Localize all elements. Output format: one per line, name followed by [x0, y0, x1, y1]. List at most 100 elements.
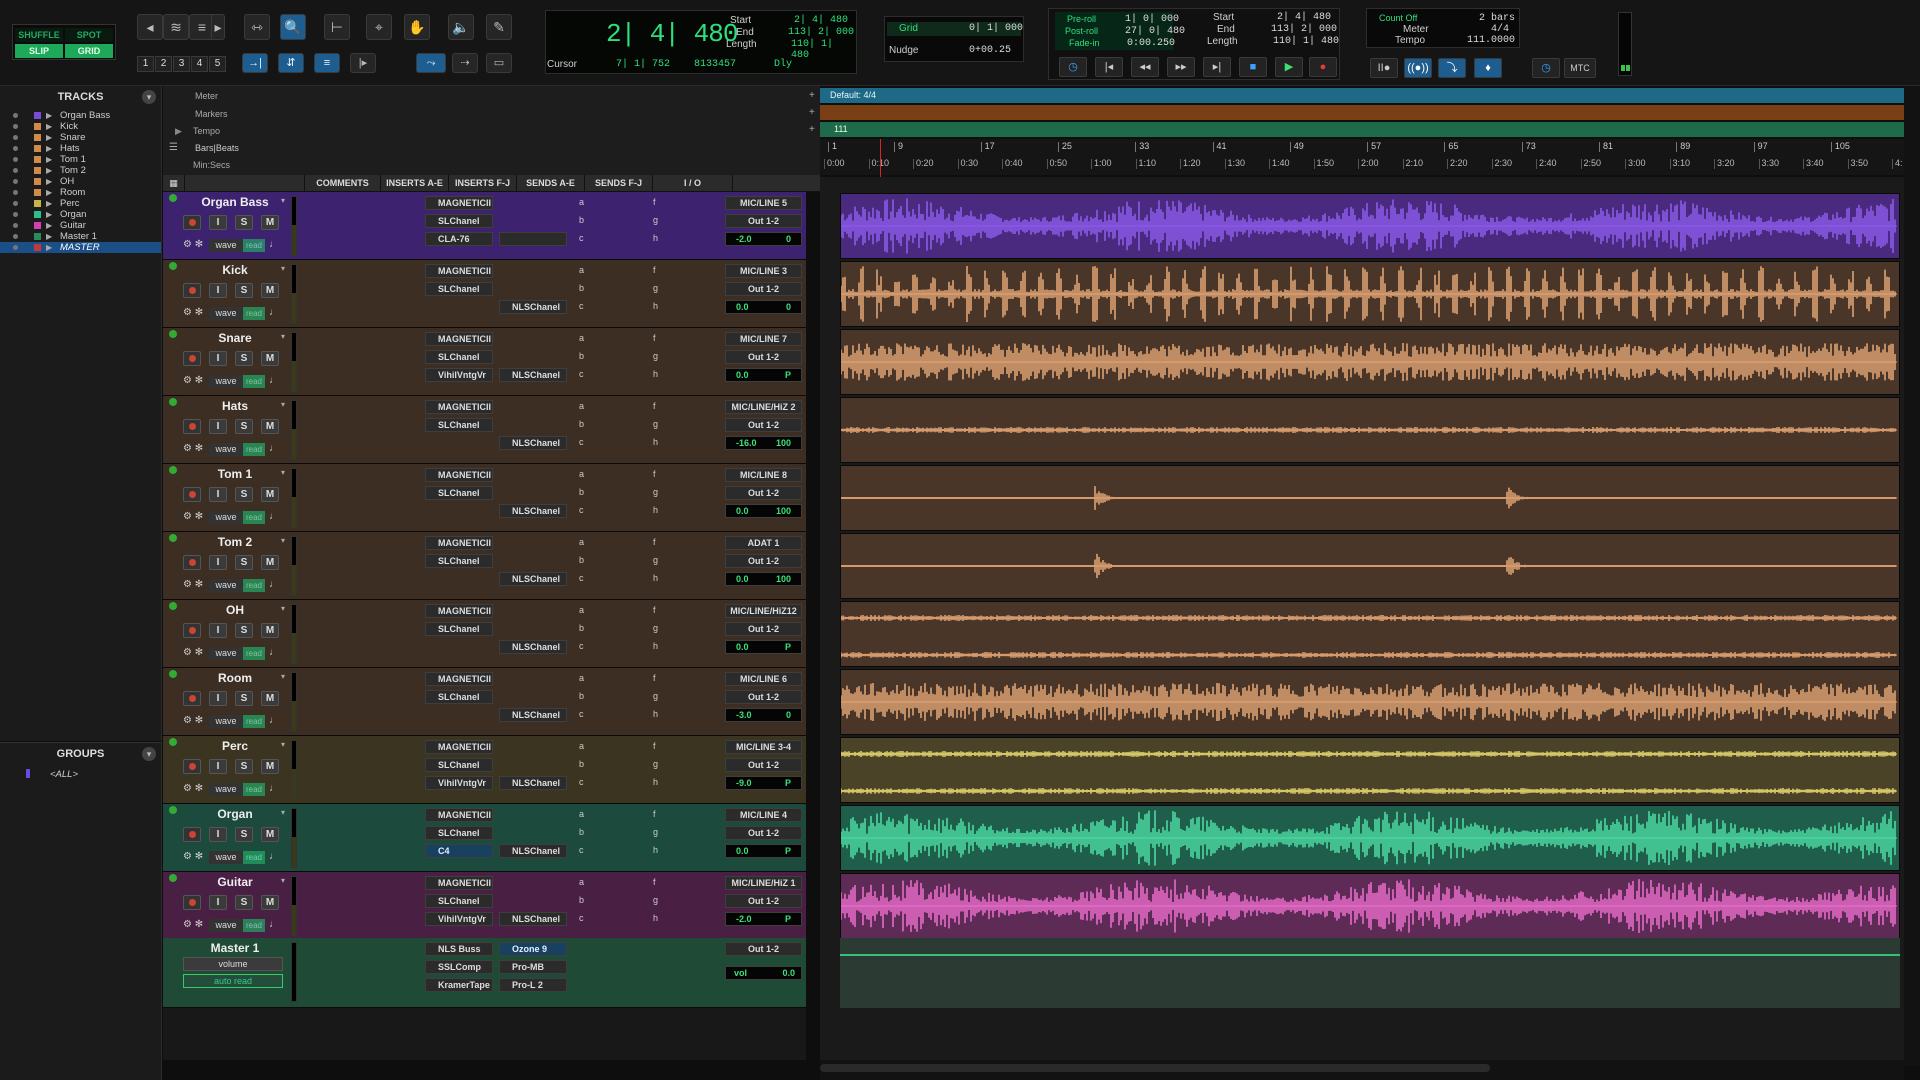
- send-b[interactable]: b: [579, 555, 584, 565]
- fadein-value[interactable]: 0:00.250: [1127, 38, 1175, 49]
- send-g[interactable]: g: [653, 419, 658, 429]
- tr-length-value[interactable]: 110| 1| 480: [1273, 36, 1339, 47]
- track-options-icon[interactable]: ⚙ ✻: [183, 919, 203, 930]
- automation-mode-select[interactable]: read: [243, 307, 265, 320]
- track-options-icon[interactable]: ⚙ ✻: [183, 647, 203, 658]
- scrubber-tool-icon[interactable]: 🔈: [448, 14, 474, 40]
- track-name[interactable]: OH: [193, 603, 277, 617]
- track-menu-icon[interactable]: ▾: [281, 400, 285, 409]
- insert-h[interactable]: NLSChanel: [499, 776, 567, 790]
- record-enable-button[interactable]: [183, 895, 201, 910]
- track-menu-icon[interactable]: ▾: [281, 740, 285, 749]
- send-c[interactable]: c: [579, 913, 584, 923]
- shuffle-mode-button[interactable]: SHUFFLE: [15, 28, 63, 42]
- track-header[interactable]: Kick ▾ I S M ⚙ ✻ wave read ♩ MAGNETICII SLChanel NL…: [163, 260, 806, 328]
- track-view-select[interactable]: wave: [209, 851, 243, 864]
- tempo-ruler[interactable]: 111: [820, 122, 1904, 137]
- record-enable-button[interactable]: [183, 827, 201, 842]
- volume-value[interactable]: -2.0: [736, 914, 752, 924]
- input-select[interactable]: MIC/LINE 5: [725, 196, 802, 210]
- track-view-select[interactable]: wave: [209, 783, 243, 796]
- track-select-icon[interactable]: [169, 330, 177, 338]
- send-g[interactable]: g: [653, 691, 658, 701]
- master-automation-select[interactable]: auto read: [183, 974, 283, 988]
- master-track[interactable]: Master 1 volume auto read NLS Buss SSLCo…: [163, 938, 806, 1008]
- output-select[interactable]: Out 1-2: [725, 690, 802, 704]
- track-view-select[interactable]: wave: [209, 511, 243, 524]
- insert-h[interactable]: NLSChanel: [499, 368, 567, 382]
- track-lane[interactable]: [840, 533, 1900, 599]
- tracklist-item[interactable]: ▶ Guitar: [0, 220, 161, 231]
- send-f[interactable]: f: [653, 877, 656, 887]
- input-monitor-button[interactable]: I: [209, 827, 227, 842]
- insert-b[interactable]: SLChanel: [425, 214, 493, 228]
- insert-a[interactable]: MAGNETICII: [425, 264, 493, 278]
- pan-value[interactable]: 100: [776, 437, 791, 449]
- slip-mode-button[interactable]: SLIP: [15, 44, 63, 58]
- insert-c[interactable]: CLA-76: [425, 232, 493, 246]
- insert-a[interactable]: MAGNETICII: [425, 808, 493, 822]
- meter-value[interactable]: 4/4: [1491, 24, 1509, 35]
- volume-value[interactable]: -9.0: [736, 778, 752, 788]
- wait-for-note-icon[interactable]: ((●)): [1404, 58, 1432, 78]
- zoomer-tool-icon[interactable]: ⇿: [244, 14, 270, 40]
- timebase-icon[interactable]: ♩: [269, 511, 279, 522]
- output-select[interactable]: Out 1-2: [725, 418, 802, 432]
- insert-a[interactable]: MAGNETICII: [425, 400, 493, 414]
- automation-mode-select[interactable]: read: [243, 375, 265, 388]
- track-options-icon[interactable]: ⚙ ✻: [183, 511, 203, 522]
- tracklist-item[interactable]: ▶ Organ: [0, 209, 161, 220]
- send-f[interactable]: f: [653, 265, 656, 275]
- mute-button[interactable]: M: [261, 215, 279, 230]
- send-a[interactable]: a: [579, 469, 584, 479]
- send-b[interactable]: b: [579, 283, 584, 293]
- trim-tool-icon[interactable]: ⊢: [324, 14, 350, 40]
- track-select-icon[interactable]: [169, 806, 177, 814]
- track-menu-icon[interactable]: ▾: [281, 536, 285, 545]
- track-select-icon[interactable]: [169, 874, 177, 882]
- mute-button[interactable]: M: [261, 759, 279, 774]
- nudge-label[interactable]: Nudge: [889, 45, 918, 56]
- solo-button[interactable]: S: [235, 691, 253, 706]
- volume-pan[interactable]: -2.0 P: [725, 912, 802, 926]
- insert-h[interactable]: NLSChanel: [499, 844, 567, 858]
- pan-value[interactable]: P: [785, 913, 791, 925]
- track-lane[interactable]: [840, 737, 1900, 803]
- track-header[interactable]: OH ▾ I S M ⚙ ✻ wave read ♩ MAGNETICII SLChanel NLSC…: [163, 600, 806, 668]
- input-monitor-button[interactable]: I: [209, 691, 227, 706]
- insert-a[interactable]: MAGNETICII: [425, 604, 493, 618]
- volume-pan[interactable]: 0.0 0: [725, 300, 802, 314]
- tracklist-item[interactable]: ▶ Organ Bass: [0, 110, 161, 121]
- grid-value[interactable]: 0| 1| 000: [969, 23, 1023, 34]
- solo-button[interactable]: S: [235, 623, 253, 638]
- send-f[interactable]: f: [653, 605, 656, 615]
- volume-pan[interactable]: -2.0 0: [725, 232, 802, 246]
- insert-b[interactable]: SLChanel: [425, 486, 493, 500]
- insert-b[interactable]: SLChanel: [425, 282, 493, 296]
- insert-f[interactable]: [499, 672, 567, 686]
- markers-ruler[interactable]: [820, 105, 1904, 120]
- volume-pan[interactable]: -3.0 0: [725, 708, 802, 722]
- send-f[interactable]: f: [653, 469, 656, 479]
- master-insert-c[interactable]: KramerTape: [425, 978, 493, 992]
- insert-f[interactable]: [499, 740, 567, 754]
- input-select[interactable]: MIC/LINE 3: [725, 264, 802, 278]
- track-view-select[interactable]: wave: [209, 579, 243, 592]
- volume-value[interactable]: 0.0: [736, 846, 749, 856]
- input-select[interactable]: MIC/LINE 4: [725, 808, 802, 822]
- tracklist-item[interactable]: ▶ Room: [0, 187, 161, 198]
- loop-record-icon[interactable]: ⤵: [1438, 58, 1466, 78]
- track-name[interactable]: Guitar: [193, 875, 277, 889]
- track-name[interactable]: Room: [193, 671, 277, 685]
- track-name[interactable]: Perc: [193, 739, 277, 753]
- output-select[interactable]: Out 1-2: [725, 486, 802, 500]
- volume-pan[interactable]: 0.0 100: [725, 572, 802, 586]
- timebase-icon[interactable]: ♩: [269, 579, 279, 590]
- send-g[interactable]: g: [653, 555, 658, 565]
- send-b[interactable]: b: [579, 419, 584, 429]
- automation-mode-select[interactable]: read: [243, 239, 265, 252]
- show-hide-icon[interactable]: [13, 168, 18, 173]
- zoom-preset-4[interactable]: 4: [191, 56, 208, 72]
- automation-mode-select[interactable]: read: [243, 579, 265, 592]
- return-to-zero-icon[interactable]: |◂: [1095, 57, 1123, 77]
